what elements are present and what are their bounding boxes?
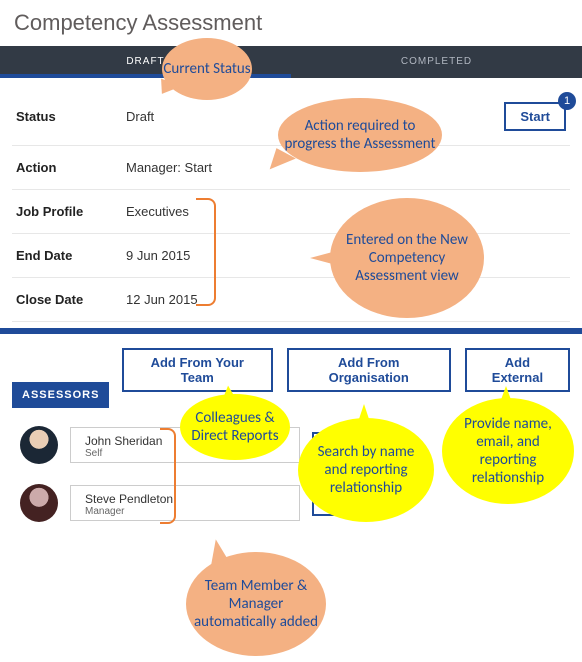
action-label: Action	[16, 160, 126, 175]
tab-completed[interactable]: COMPLETED	[291, 46, 582, 78]
status-label: Status	[16, 109, 126, 124]
delete-button[interactable]: Delete	[312, 490, 376, 516]
assessors-heading: ASSESSORS	[12, 382, 109, 408]
add-from-team-button[interactable]: Add From Your Team	[122, 348, 273, 392]
close-date-row: Close Date 12 Jun 2015	[12, 278, 570, 322]
end-date-value: 9 Jun 2015	[126, 248, 566, 263]
start-button[interactable]: Start	[504, 102, 566, 131]
details-panel: Status Draft Start 1 Action Manager: Sta…	[0, 78, 582, 322]
bracket-icon	[160, 428, 176, 524]
job-profile-label: Job Profile	[16, 204, 126, 219]
callout-tail-icon	[216, 384, 237, 405]
start-badge: 1	[558, 92, 576, 110]
assessor-card: Steve Pendleton Manager	[70, 485, 300, 521]
job-profile-row: Job Profile Executives	[12, 190, 570, 234]
assessors-panel: Add From Your Team Add From Organisation…	[0, 334, 582, 562]
assessor-role: Self	[85, 448, 285, 459]
close-date-label: Close Date	[16, 292, 126, 307]
action-row: Action Manager: Start	[12, 146, 570, 190]
add-external-button[interactable]: Add External	[465, 348, 570, 392]
status-value: Draft	[126, 109, 504, 124]
page-title: Competency Assessment	[0, 0, 582, 46]
assessor-name: Steve Pendleton	[85, 492, 285, 506]
callout-tail-icon	[310, 250, 340, 266]
assessor-name: John Sheridan	[85, 434, 285, 448]
action-value: Manager: Start	[126, 160, 566, 175]
end-date-row: End Date 9 Jun 2015	[12, 234, 570, 278]
status-row: Status Draft Start 1	[12, 78, 570, 146]
callout-tail-icon	[356, 404, 372, 428]
callout-auto-added: Team Member & Manager automatically adde…	[186, 552, 326, 656]
callout-tail-icon	[498, 386, 514, 408]
assessor-role: Manager	[85, 506, 285, 517]
assessor-card: John Sheridan Self	[70, 427, 300, 463]
delete-button[interactable]: Delete	[312, 432, 344, 458]
close-date-value: 12 Jun 2015	[126, 292, 566, 307]
add-from-organisation-button[interactable]: Add From Organisation	[287, 348, 451, 392]
job-profile-value: Executives	[126, 204, 566, 219]
end-date-label: End Date	[16, 248, 126, 263]
bracket-icon	[196, 198, 216, 306]
assessor-row: John Sheridan Self Delete	[20, 426, 570, 464]
tab-draft[interactable]: DRAFT	[0, 46, 291, 78]
avatar	[20, 426, 58, 464]
status-tabs: DRAFT COMPLETED	[0, 46, 582, 78]
assessor-row: Steve Pendleton Manager Delete	[20, 484, 570, 522]
avatar	[20, 484, 58, 522]
